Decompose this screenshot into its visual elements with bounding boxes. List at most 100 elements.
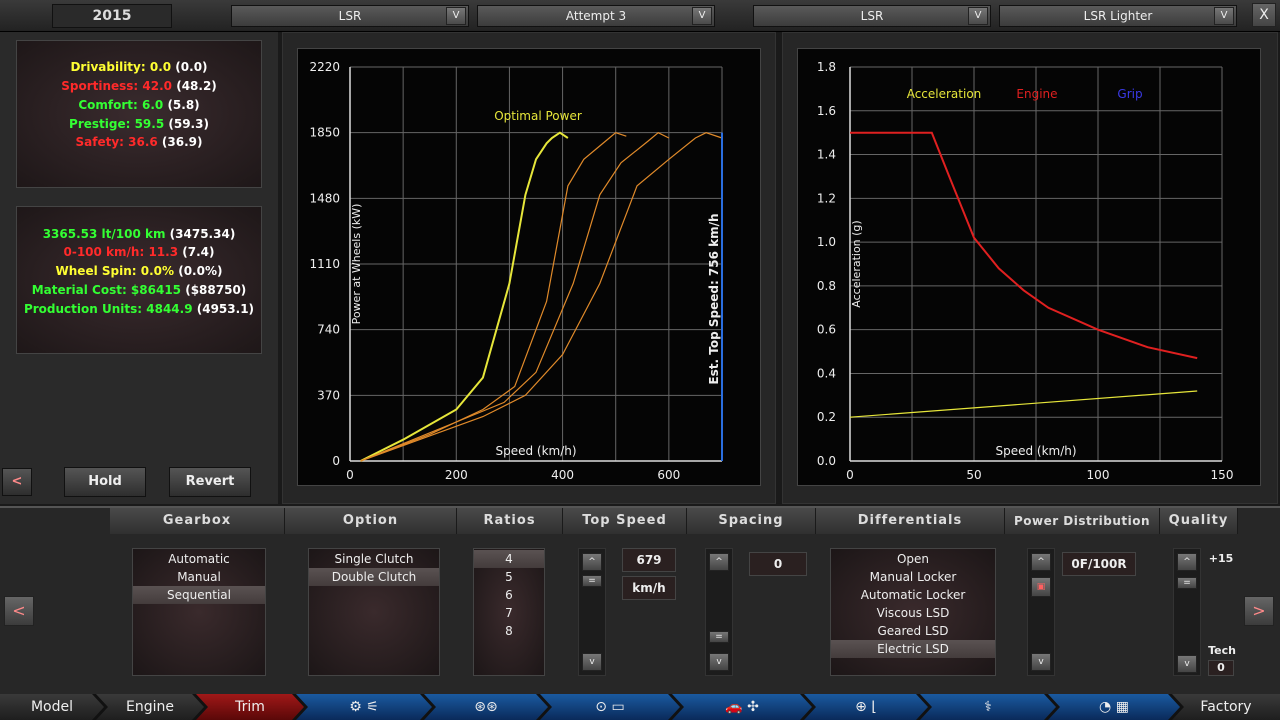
tab-wheels[interactable]: ⊛⊛ <box>424 694 548 720</box>
spacing-up-button[interactable]: ^ <box>709 553 729 571</box>
header-top-speed: Top Speed <box>563 508 687 534</box>
revert-button[interactable]: Revert <box>169 467 251 497</box>
list-item[interactable]: 5 <box>474 568 544 586</box>
tab-body[interactable]: 🚗 ✣ <box>672 694 812 720</box>
x-tick-label: 400 <box>551 468 574 482</box>
top-speed-down-button[interactable]: v <box>582 653 602 671</box>
power-dist-up-button[interactable]: ^ <box>1031 553 1051 571</box>
stat-material-cost: Material Cost: $86415 ($88750) <box>31 283 247 297</box>
top-speed-up-button[interactable]: ^ <box>582 553 602 571</box>
dropdown-model-b[interactable]: LSR V <box>753 5 991 27</box>
ratios-list: 4 5 6 7 8 <box>473 548 545 676</box>
x-tick-label: 100 <box>1087 468 1110 482</box>
tech-label: Tech <box>1208 644 1236 657</box>
quality-slider[interactable]: ^ = v <box>1173 548 1201 676</box>
quality-down-button[interactable]: v <box>1177 655 1197 673</box>
x-tick-label: 50 <box>966 468 981 482</box>
acceleration-line <box>849 390 1198 418</box>
chevron-down-icon[interactable]: V <box>1214 7 1234 25</box>
chevron-down-icon[interactable]: V <box>968 7 988 25</box>
list-item[interactable]: Sequential <box>133 586 265 604</box>
optimal-power-label: Optimal Power <box>494 109 582 123</box>
prev-page-button[interactable]: < <box>4 596 34 626</box>
header-quality: Quality <box>1160 508 1238 534</box>
x-tick-label: 600 <box>657 468 680 482</box>
tab-testing[interactable]: ◔ ▦ <box>1048 694 1180 720</box>
list-item[interactable]: Automatic <box>133 550 265 568</box>
list-item[interactable]: 6 <box>474 586 544 604</box>
spacing-slider-handle[interactable]: = <box>709 631 729 643</box>
stat-safety: Safety: 36.6 (36.9) <box>75 135 203 149</box>
lock-icon[interactable]: ▣ <box>1031 577 1051 597</box>
y-tick-label: 1.0 <box>817 235 836 249</box>
tab-suspension[interactable]: ⊙ ▭ <box>540 694 680 720</box>
chevron-down-icon[interactable]: V <box>446 7 466 25</box>
list-item[interactable]: Double Clutch <box>309 568 439 586</box>
list-item[interactable]: Viscous LSD <box>831 604 995 622</box>
y-tick-label: 2220 <box>309 60 340 74</box>
list-item[interactable]: Manual <box>133 568 265 586</box>
tab-gearbox[interactable]: ⚙ ⚟ <box>296 694 432 720</box>
tab-engine[interactable]: Engine <box>96 694 204 720</box>
chevron-down-icon[interactable]: V <box>692 7 712 25</box>
header-option: Option <box>285 508 457 534</box>
tab-interior[interactable]: ⊕ ⌊ <box>804 694 928 720</box>
y-tick-label: 0.4 <box>817 366 836 380</box>
spacing-slider[interactable]: ^ = v <box>705 548 733 676</box>
legend-entry: Engine <box>1016 87 1057 101</box>
top-speed-label: Est. Top Speed: 756 km/h <box>707 213 721 384</box>
header-power-distribution: Power Distribution <box>1005 508 1160 534</box>
list-item[interactable]: 8 <box>474 622 544 640</box>
dropdown-trim-b[interactable]: LSR Lighter V <box>999 5 1237 27</box>
list-item[interactable]: Automatic Locker <box>831 586 995 604</box>
x-axis-label: Speed (km/h) <box>995 444 1076 458</box>
engine-line <box>850 131 1198 360</box>
spacing-down-button[interactable]: v <box>709 653 729 671</box>
dropdown-model-a[interactable]: LSR V <box>231 5 469 27</box>
tab-factory[interactable]: Factory <box>1172 694 1280 720</box>
tab-model[interactable]: Model <box>0 694 104 720</box>
performance-panel: 3365.53 lt/100 km (3475.34) 0-100 km/h: … <box>16 206 262 354</box>
power-chart: 2220 1850 1480 1110 740 370 0 0 200 400 600 Est. To… <box>297 48 761 486</box>
hold-button[interactable]: Hold <box>64 467 146 497</box>
top-speed-slider[interactable]: ^ = v <box>578 548 606 676</box>
y-tick-label: 1850 <box>309 126 340 140</box>
quality-value: +15 <box>1208 552 1234 565</box>
power-chart-svg: 2220 1850 1480 1110 740 370 00 200 400 600 Est. To… <box>309 60 723 482</box>
year-display: 2015 <box>52 4 172 28</box>
y-tick-label: 0 <box>332 454 340 468</box>
header-spacing: Spacing <box>687 508 816 534</box>
power-dist-down-button[interactable]: v <box>1031 653 1051 671</box>
y-axis-label: Power at Wheels (kW) <box>350 204 363 325</box>
dropdown-trim-a[interactable]: Attempt 3 V <box>477 5 715 27</box>
gear-power-line <box>360 132 723 462</box>
tab-chassis[interactable]: ⚕ <box>920 694 1056 720</box>
list-item[interactable]: Manual Locker <box>831 568 995 586</box>
y-tick-label: 0.8 <box>817 279 836 293</box>
legend-entry: Acceleration <box>907 87 982 101</box>
y-tick-label: 0.6 <box>817 323 836 337</box>
list-item[interactable]: Single Clutch <box>309 550 439 568</box>
y-tick-label: 1.4 <box>817 148 836 162</box>
list-item[interactable]: 7 <box>474 604 544 622</box>
close-button[interactable]: X <box>1252 3 1276 27</box>
list-item[interactable]: 4 <box>474 550 544 568</box>
stat-acceleration: 0-100 km/h: 11.3 (7.4) <box>63 245 215 259</box>
tab-trim[interactable]: Trim <box>196 694 304 720</box>
optimal-power-line <box>360 131 569 462</box>
y-tick-label: 1.8 <box>817 60 836 74</box>
next-page-button[interactable]: > <box>1244 596 1274 626</box>
list-item[interactable]: Electric LSD <box>831 640 995 658</box>
quality-up-button[interactable]: ^ <box>1177 553 1197 571</box>
back-button[interactable]: < <box>2 468 32 496</box>
list-item[interactable]: Open <box>831 550 995 568</box>
x-tick-label: 0 <box>846 468 854 482</box>
gearbox-list: Automatic Manual Sequential <box>132 548 266 676</box>
stat-wheel-spin: Wheel Spin: 0.0% (0.0%) <box>55 264 223 278</box>
list-item[interactable]: Geared LSD <box>831 622 995 640</box>
power-distribution-slider[interactable]: ^ ▣ v <box>1027 548 1055 676</box>
quality-slider-handle[interactable]: = <box>1177 577 1197 589</box>
option-list: Single Clutch Double Clutch <box>308 548 440 676</box>
top-speed-slider-handle[interactable]: = <box>582 575 602 587</box>
y-tick-label: 1.2 <box>817 191 836 205</box>
